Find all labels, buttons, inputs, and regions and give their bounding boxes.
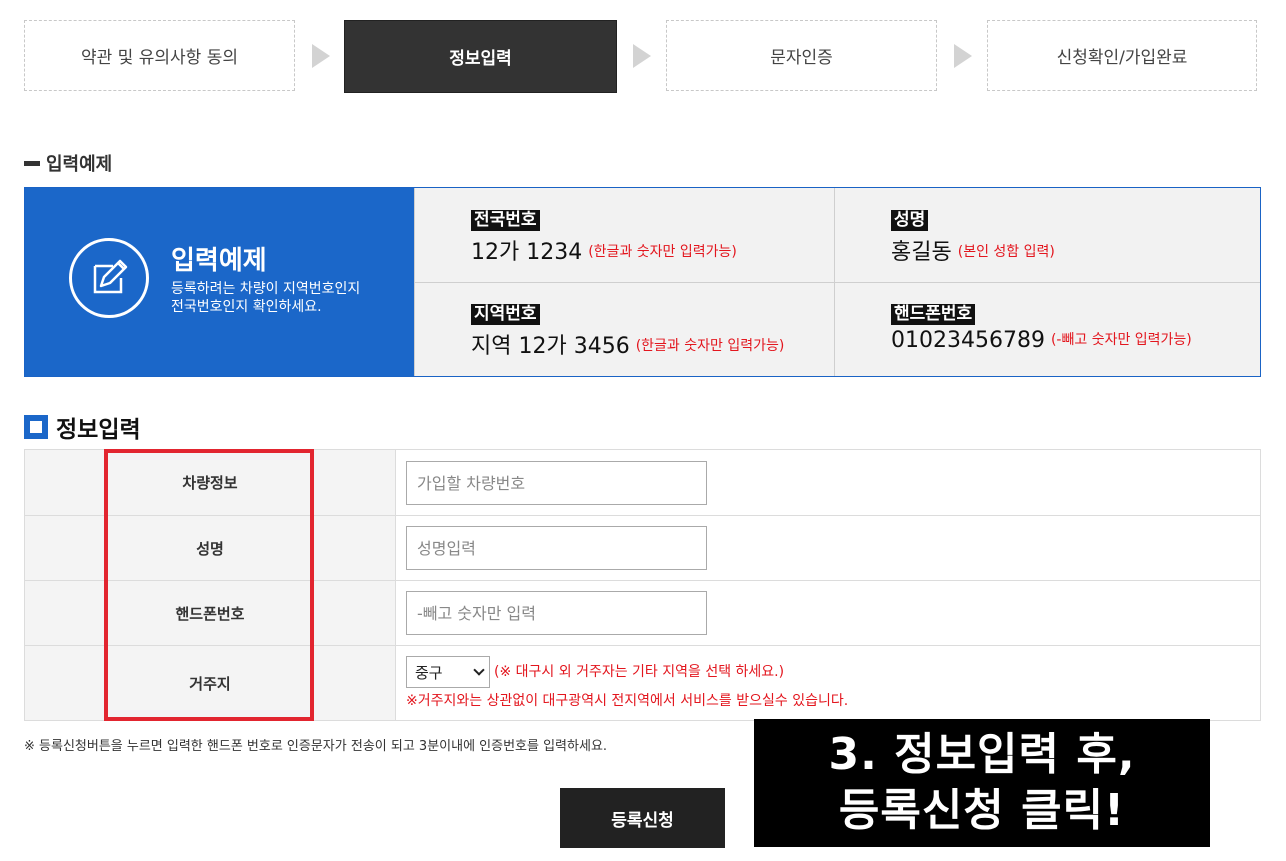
step-arrow-icon xyxy=(954,44,972,68)
step-arrow-icon xyxy=(633,44,651,68)
residence-note: (※ 대구시 외 거주자는 기타 지역을 선택 하세요.) xyxy=(494,664,785,680)
example-section-label-text: 입력예제 xyxy=(46,154,113,175)
example-note: (-빼고 숫자만 입력가능) xyxy=(1050,332,1192,348)
example-tag: 전국번호 xyxy=(471,210,540,231)
example-note: (본인 성함 입력) xyxy=(957,244,1055,260)
example-desc-line: 전국번호인지 확인하세요. xyxy=(171,299,322,315)
phone-input[interactable] xyxy=(406,591,707,635)
divider xyxy=(414,282,1260,283)
step-arrow-icon xyxy=(312,44,330,68)
step-label: 신청확인/가입완료 xyxy=(1056,48,1188,68)
example-cell-phone: 핸드폰번호 01023456789 (-빼고 숫자만 입력가능) xyxy=(834,282,1258,376)
example-intro-panel: 입력예제 등록하려는 차량이 지역번호인지 전국번호인지 확인하세요. xyxy=(25,188,414,376)
example-tag: 핸드폰번호 xyxy=(891,304,976,325)
example-section-label: 입력예제 xyxy=(24,150,112,176)
dash-icon xyxy=(24,160,40,166)
example-title: 입력예제 xyxy=(171,246,267,276)
example-tag: 성명 xyxy=(891,210,929,231)
step-sms-auth: 문자인증 xyxy=(666,20,937,91)
example-value: 홍길동 (본인 성함 입력) xyxy=(891,234,1055,266)
instruction-caption: 3. 정보입력 후, 등록신청 클릭! xyxy=(754,719,1210,847)
form-title: 정보입력 xyxy=(24,410,141,444)
step-label: 정보입력 xyxy=(449,49,512,69)
form-title-text: 정보입력 xyxy=(56,417,141,443)
residence-select[interactable]: 중구 xyxy=(406,656,490,688)
example-value-text: 지역 12가 3456 xyxy=(471,334,630,359)
auth-notice: ※ 등록신청버튼을 누르면 입력한 핸드폰 번호로 인증문자가 전송이 되고 3… xyxy=(24,739,608,754)
name-input[interactable] xyxy=(406,526,707,570)
square-icon xyxy=(24,415,48,439)
step-label: 문자인증 xyxy=(770,48,833,68)
register-button[interactable]: 등록신청 xyxy=(560,788,725,848)
edit-icon xyxy=(69,238,149,318)
example-cell-name: 성명 홍길동 (본인 성함 입력) xyxy=(834,188,1258,282)
step-terms: 약관 및 유의사항 동의 xyxy=(24,20,295,91)
chevron-down-icon xyxy=(473,664,485,676)
step-info-input: 정보입력 xyxy=(344,20,617,93)
residence-service-note: ※거주지와는 상관없이 대구광역시 전지역에서 서비스를 받으실수 있습니다. xyxy=(406,693,849,709)
example-value: 지역 12가 3456 (한글과 숫자만 입력가능) xyxy=(471,328,784,360)
step-confirm: 신청확인/가입완료 xyxy=(987,20,1257,91)
example-value-text: 12가 1234 xyxy=(471,240,583,265)
example-cell-regional-number: 지역번호 지역 12가 3456 (한글과 숫자만 입력가능) xyxy=(414,282,838,376)
example-cell-national-number: 전국번호 12가 1234 (한글과 숫자만 입력가능) xyxy=(414,188,838,282)
residence-selected-value: 중구 xyxy=(415,663,443,682)
caption-line: 등록신청 클릭! xyxy=(838,785,1126,836)
example-value: 12가 1234 (한글과 숫자만 입력가능) xyxy=(471,234,737,266)
example-value: 01023456789 (-빼고 숫자만 입력가능) xyxy=(891,328,1192,353)
example-value-text: 홍길동 xyxy=(891,240,952,265)
step-progress: 약관 및 유의사항 동의 정보입력 문자인증 신청확인/가입완료 xyxy=(24,20,1257,93)
example-desc-line: 등록하려는 차량이 지역번호인지 xyxy=(171,281,361,297)
example-note: (한글과 숫자만 입력가능) xyxy=(635,338,785,354)
highlight-box xyxy=(104,449,314,721)
vehicle-number-input[interactable] xyxy=(406,461,707,505)
example-description: 등록하려는 차량이 지역번호인지 전국번호인지 확인하세요. xyxy=(171,280,401,316)
step-label: 약관 및 유의사항 동의 xyxy=(81,48,238,68)
example-box: 입력예제 등록하려는 차량이 지역번호인지 전국번호인지 확인하세요. 전국번호… xyxy=(24,187,1261,377)
example-tag: 지역번호 xyxy=(471,304,540,325)
example-note: (한글과 숫자만 입력가능) xyxy=(588,244,737,260)
caption-line: 3. 정보입력 후, xyxy=(828,729,1136,780)
example-value-text: 01023456789 xyxy=(891,328,1045,353)
